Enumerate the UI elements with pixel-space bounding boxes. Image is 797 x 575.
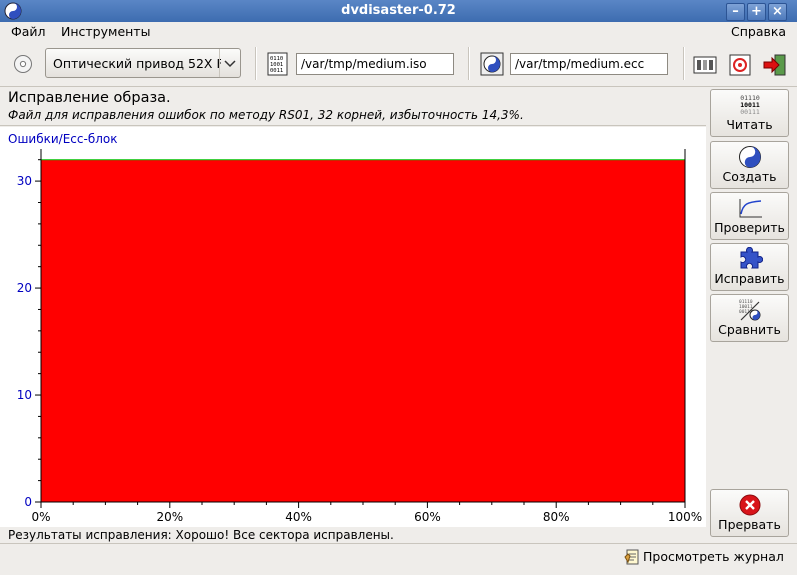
binary-line: 00111 <box>740 108 760 116</box>
svg-text:0011: 0011 <box>270 68 283 74</box>
disc-icon <box>14 55 32 73</box>
y-tick-label: 30 <box>17 174 32 188</box>
x-tick-label: 40% <box>285 510 312 524</box>
puzzle-icon <box>740 247 763 269</box>
log-icon <box>624 549 639 565</box>
image-file-field[interactable]: /var/tmp/medium.iso <box>296 53 454 75</box>
error-graph: Ошибки/Ecc-блок 0 10 20 30 0% 20% 40% 60% 80% 100% <box>0 127 706 527</box>
y-axis-label: Ошибки/Ecc-блок <box>8 132 117 146</box>
compare-button-label: Сравнить <box>718 322 781 337</box>
fix-button-label: Исправить <box>714 271 785 286</box>
compare-button[interactable]: 01110 10011 00111 Сравнить <box>710 294 789 342</box>
x-tick-label: 80% <box>543 510 570 524</box>
menu-bar: Файл Инструменты Справка <box>0 22 797 42</box>
quit-icon[interactable] <box>762 52 788 78</box>
window-title: dvdisaster-0.72 <box>341 3 456 18</box>
page-subtitle: Файл для исправления ошибок по методу RS… <box>8 108 524 122</box>
x-tick-label: 20% <box>156 510 183 524</box>
page-title: Исправление образа. <box>8 90 171 106</box>
toolbar-separator <box>468 47 470 80</box>
status-text: Результаты исправления: Хорошо! Все сект… <box>8 528 394 542</box>
toolbar-separator <box>683 47 685 80</box>
yin-yang-icon <box>739 146 761 168</box>
error-area <box>41 159 685 502</box>
drive-select-value: Оптический привод 52X FX <box>53 56 221 71</box>
chevron-down-icon <box>219 49 240 77</box>
stop-button[interactable]: Прервать <box>710 489 789 537</box>
ecc-file-field[interactable]: /var/tmp/medium.ecc <box>510 53 668 75</box>
error-chart: Ошибки/Ecc-блок 0 10 20 30 0% 20% 40% 60% 80% 100% <box>8 132 702 524</box>
verify-button[interactable]: Проверить <box>710 192 789 240</box>
toolbar-separator <box>255 47 257 80</box>
binary-read-icon: 01110 10011 00111 <box>740 94 760 116</box>
y-tick-label: 0 <box>24 495 32 509</box>
y-tick-label: 20 <box>17 281 32 295</box>
help-icon[interactable] <box>727 52 753 78</box>
x-tick-label: 0% <box>31 510 50 524</box>
verify-curve-icon <box>739 199 762 218</box>
menu-file[interactable]: Файл <box>11 24 46 39</box>
read-button[interactable]: 01110 10011 00111 Читать <box>710 89 789 137</box>
create-button-label: Создать <box>722 169 777 184</box>
maximize-button[interactable]: + <box>747 3 766 21</box>
close-button[interactable]: × <box>768 3 787 21</box>
stop-icon <box>739 494 761 516</box>
stop-button-label: Прервать <box>718 517 781 532</box>
verify-button-label: Проверить <box>714 220 785 235</box>
fix-button[interactable]: Исправить <box>710 243 789 291</box>
menu-tools[interactable]: Инструменты <box>61 24 150 39</box>
menu-help[interactable]: Справка <box>731 24 786 39</box>
drive-select[interactable]: Оптический привод 52X FX <box>45 48 241 78</box>
compare-icon: 01110 10011 00111 <box>739 299 761 321</box>
x-tick-label: 100% <box>668 510 702 524</box>
read-button-label: Читать <box>726 117 773 132</box>
title-bar: dvdisaster-0.72 – + × <box>0 0 797 23</box>
image-file-icon[interactable]: 0110 1001 0011 <box>265 51 291 77</box>
minimize-button[interactable]: – <box>726 3 745 21</box>
ecc-file-icon[interactable] <box>479 51 505 77</box>
preferences-icon[interactable] <box>692 52 718 78</box>
divider <box>0 125 706 126</box>
x-tick-label: 60% <box>414 510 441 524</box>
create-button[interactable]: Создать <box>710 141 789 189</box>
view-log-label: Просмотреть журнал <box>643 549 784 564</box>
y-tick-label: 10 <box>17 388 32 402</box>
